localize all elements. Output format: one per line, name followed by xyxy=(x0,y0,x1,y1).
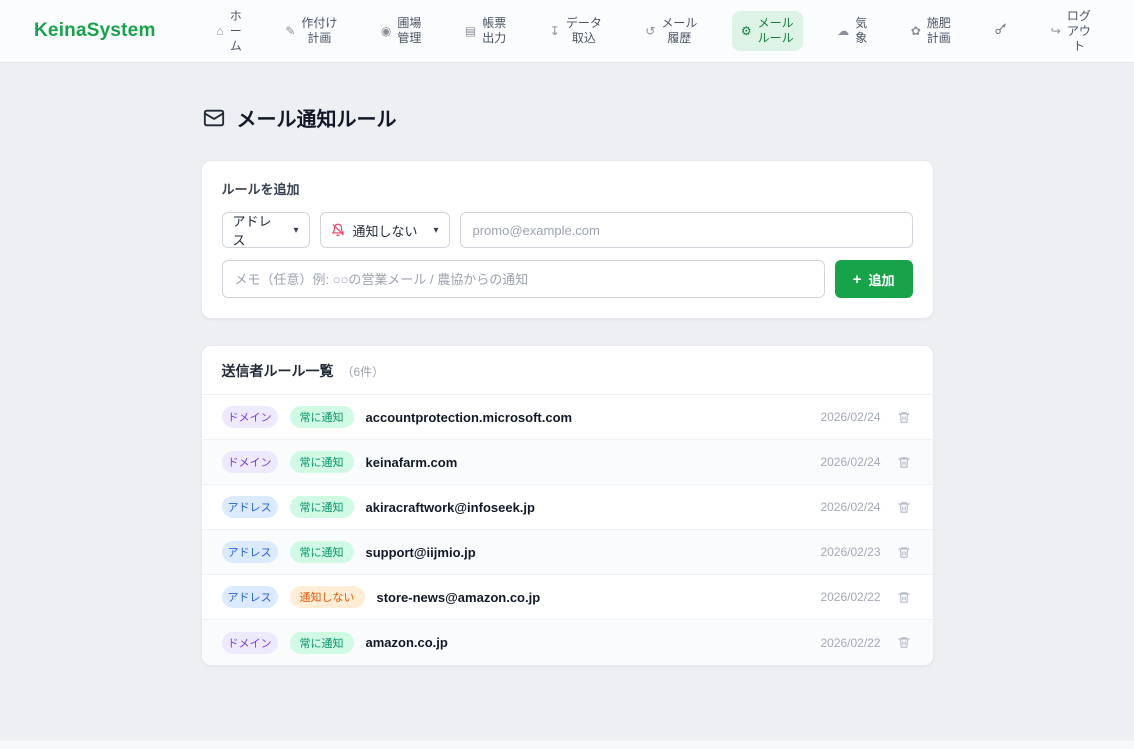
rule-row: アドレス 常に通知 akiracraftwork@infoseek.jp 202… xyxy=(202,485,933,530)
sender-rules-title: 送信者ルール一覧 xyxy=(222,361,334,381)
nav-item-home[interactable]: ⌂ ホ ー ム xyxy=(208,4,251,59)
nav-item-fertilization-plan[interactable]: ✿ 施肥 計画 xyxy=(902,11,960,51)
rule-memo-input[interactable] xyxy=(222,260,825,298)
add-rule-memo-row: + 追加 xyxy=(222,260,913,298)
home-icon: ⌂ xyxy=(217,24,224,39)
rule-target: support@iijmio.jp xyxy=(366,545,476,560)
rule-target: keinafarm.com xyxy=(366,455,458,470)
add-rule-controls-row: アドレス ▾ 通知しない ▾ xyxy=(222,212,913,248)
rule-target-input[interactable] xyxy=(460,212,913,248)
rule-target: akiracraftwork@infoseek.jp xyxy=(366,500,535,515)
nav-item-report-output[interactable]: ▤ 帳票 出力 xyxy=(456,11,515,51)
nav-item-password-key[interactable] xyxy=(985,18,1016,45)
main-content: メール通知ルール ルールを追加 アドレス ▾ 通知しない ▾ xyxy=(201,63,934,666)
plus-icon: + xyxy=(853,272,862,287)
chevron-down-icon: ▾ xyxy=(293,225,298,236)
delete-rule-button[interactable] xyxy=(895,543,913,562)
nav-label: 気 象 xyxy=(855,16,867,46)
delete-rule-button[interactable] xyxy=(895,453,913,472)
add-rule-card: ルールを追加 アドレス ▾ 通知しない ▾ + 追加 xyxy=(201,160,934,319)
rule-action-badge: 常に通知 xyxy=(290,632,354,654)
rule-date: 2026/02/22 xyxy=(820,636,880,650)
nav-item-planting-plan[interactable]: ✎ 作付け 計画 xyxy=(276,11,346,51)
rule-row: ドメイン 常に通知 accountprotection.microsoft.co… xyxy=(202,395,933,440)
chevron-down-icon: ▾ xyxy=(433,225,438,236)
nav-item-data-import[interactable]: ↧ データ 取込 xyxy=(541,11,611,51)
rule-kind-badge: アドレス xyxy=(222,541,278,563)
delete-rule-button[interactable] xyxy=(895,408,913,427)
add-rule-button-label: 追加 xyxy=(868,270,894,289)
rule-action-badge: 通知しない xyxy=(290,586,365,608)
bottom-strip xyxy=(0,741,1134,749)
delete-rule-button[interactable] xyxy=(895,498,913,517)
rule-action-badge: 常に通知 xyxy=(290,406,354,428)
nav-label: 帳票 出力 xyxy=(482,16,506,46)
logout-icon: ↪ xyxy=(1051,24,1061,39)
add-rule-button[interactable]: + 追加 xyxy=(835,260,913,298)
mail-icon xyxy=(203,107,225,129)
rule-type-select-value: アドレス xyxy=(233,211,284,249)
rule-action-select-value: 通知しない xyxy=(353,221,418,240)
history-icon: ↺ xyxy=(645,24,655,39)
document-icon: ▤ xyxy=(465,24,476,39)
rule-kind-badge: ドメイン xyxy=(222,632,278,654)
key-icon xyxy=(994,23,1007,40)
rule-target: store-news@amazon.co.jp xyxy=(377,590,541,605)
nav-label: 施肥 計画 xyxy=(927,16,951,46)
nav-label: メール 履歴 xyxy=(661,16,697,46)
rule-row: アドレス 常に通知 support@iijmio.jp 2026/02/23 xyxy=(202,530,933,575)
rule-row: アドレス 通知しない store-news@amazon.co.jp 2026/… xyxy=(202,575,933,620)
rule-date: 2026/02/23 xyxy=(820,545,880,559)
nav-label: データ 取込 xyxy=(566,16,602,46)
nav-label: ログ アウ ト xyxy=(1067,9,1091,54)
download-icon: ↧ xyxy=(550,24,560,39)
cloud-icon: ☁ xyxy=(837,24,849,39)
rule-action-badge: 常に通知 xyxy=(290,496,354,518)
sender-rules-card: 送信者ルール一覧 （6件） ドメイン 常に通知 accountprotectio… xyxy=(201,345,934,666)
bell-slash-icon xyxy=(331,223,345,237)
add-rule-section-title: ルールを追加 xyxy=(222,179,913,198)
sender-rules-header: 送信者ルール一覧 （6件） xyxy=(202,346,933,395)
rule-kind-badge: アドレス xyxy=(222,586,278,608)
nav-label: メール ルール xyxy=(758,16,794,46)
rule-target: accountprotection.microsoft.com xyxy=(366,410,573,425)
rule-date: 2026/02/24 xyxy=(820,410,880,424)
rule-row: ドメイン 常に通知 keinafarm.com 2026/02/24 xyxy=(202,440,933,485)
brand-logo[interactable]: KeinaSystem xyxy=(34,20,156,42)
nav-item-mail-rules[interactable]: ⚙ メール ルール xyxy=(732,11,803,51)
rule-type-select[interactable]: アドレス ▾ xyxy=(222,212,310,248)
rule-action-badge: 常に通知 xyxy=(290,451,354,473)
page-title-row: メール通知ルール xyxy=(201,103,934,132)
nav-item-field-management[interactable]: ◉ 圃場 管理 xyxy=(372,11,431,51)
nav-label: 圃場 管理 xyxy=(397,16,421,46)
rule-date: 2026/02/22 xyxy=(820,590,880,604)
rule-row: ドメイン 常に通知 amazon.co.jp 2026/02/22 xyxy=(202,620,933,665)
nav-item-weather[interactable]: ☁ 気 象 xyxy=(828,11,876,51)
page-title: メール通知ルール xyxy=(237,103,397,132)
rule-action-badge: 常に通知 xyxy=(290,541,354,563)
rule-kind-badge: ドメイン xyxy=(222,451,278,473)
sprout-icon: ✿ xyxy=(911,24,921,39)
nav-label: ホ ー ム xyxy=(230,9,242,54)
gear-icon: ⚙ xyxy=(741,24,752,39)
main-nav: ⌂ ホ ー ム ✎ 作付け 計画 ◉ 圃場 管理 ▤ 帳票 出力 ↧ データ 取… xyxy=(208,4,1100,59)
rule-kind-badge: アドレス xyxy=(222,496,278,518)
top-navbar: KeinaSystem ⌂ ホ ー ム ✎ 作付け 計画 ◉ 圃場 管理 ▤ 帳… xyxy=(0,0,1134,63)
rule-date: 2026/02/24 xyxy=(820,455,880,469)
nav-item-logout[interactable]: ↪ ログ アウ ト xyxy=(1042,4,1100,59)
pencil-icon: ✎ xyxy=(285,24,295,39)
nav-item-mail-history[interactable]: ↺ メール 履歴 xyxy=(636,11,706,51)
rule-date: 2026/02/24 xyxy=(820,500,880,514)
rule-target: amazon.co.jp xyxy=(366,635,448,650)
delete-rule-button[interactable] xyxy=(895,633,913,652)
nav-label: 作付け 計画 xyxy=(301,16,337,46)
delete-rule-button[interactable] xyxy=(895,588,913,607)
map-pin-icon: ◉ xyxy=(381,24,391,39)
sender-rules-list: ドメイン 常に通知 accountprotection.microsoft.co… xyxy=(202,395,933,665)
rule-action-select[interactable]: 通知しない ▾ xyxy=(320,212,450,248)
sender-rules-count: （6件） xyxy=(342,363,385,380)
rule-kind-badge: ドメイン xyxy=(222,406,278,428)
